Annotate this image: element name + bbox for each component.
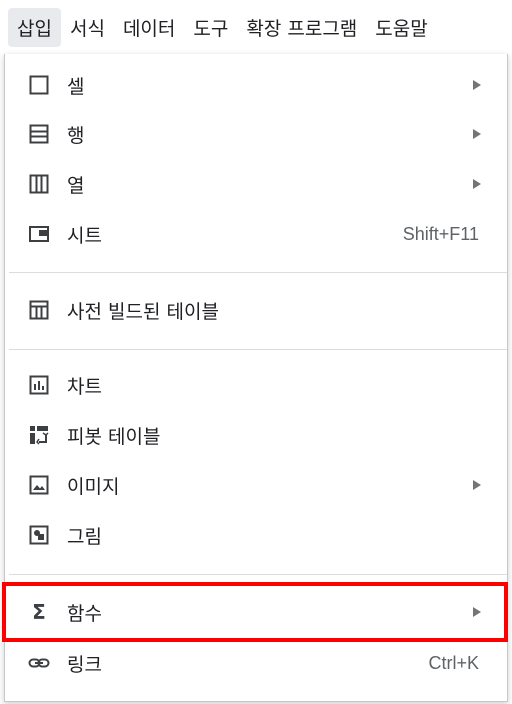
menu-item-function[interactable]: Σ 함수	[5, 589, 507, 635]
menu-item-column[interactable]: 열	[5, 161, 507, 207]
column-icon	[27, 172, 51, 196]
row-icon	[27, 122, 51, 146]
chart-icon	[27, 373, 51, 397]
cell-icon	[27, 73, 51, 97]
menu-divider	[9, 349, 507, 350]
submenu-arrow-icon	[473, 480, 481, 490]
menu-item-chart-label: 차트	[67, 375, 102, 398]
menu-tools[interactable]: 도구	[184, 8, 237, 47]
submenu-arrow-icon	[473, 80, 481, 90]
menu-item-sheet[interactable]: 시트 Shift+F11	[5, 211, 507, 257]
submenu-arrow-icon	[473, 129, 481, 139]
menu-bar: 삽입 서식 데이터 도구 확장 프로그램 도움말	[0, 0, 512, 54]
menu-item-sheet-label: 시트	[67, 224, 102, 247]
menu-item-row[interactable]: 행	[5, 111, 507, 157]
menu-insert[interactable]: 삽입	[8, 7, 61, 47]
pivot-table-icon	[27, 423, 51, 447]
menu-item-row-label: 행	[67, 124, 85, 147]
link-icon	[27, 651, 51, 675]
table-icon	[27, 298, 51, 322]
menu-item-chart[interactable]: 차트	[5, 362, 507, 408]
sigma-icon: Σ	[32, 600, 46, 624]
menu-data[interactable]: 데이터	[114, 8, 184, 47]
menu-item-cell[interactable]: 셀	[5, 62, 507, 108]
drawing-icon	[27, 523, 51, 547]
submenu-arrow-icon	[473, 179, 481, 189]
shortcut-text: Shift+F11	[402, 223, 479, 244]
menu-item-image[interactable]: 이미지	[5, 462, 507, 508]
menu-item-image-label: 이미지	[67, 475, 120, 498]
menu-item-drawing-label: 그림	[67, 525, 102, 548]
menu-item-drawing[interactable]: 그림	[5, 512, 507, 558]
menu-divider	[9, 574, 507, 575]
menu-item-link[interactable]: 링크 Ctrl+K	[5, 640, 507, 686]
menu-item-function-label: 함수	[67, 602, 102, 625]
shortcut-text: Ctrl+K	[428, 652, 479, 673]
menu-extensions[interactable]: 확장 프로그램	[237, 8, 366, 47]
menu-item-cell-label: 셀	[67, 75, 85, 98]
insert-dropdown-menu: 셀 행 열 시트 Shift+F11 사전 빌드된 테이블 차트 피봇 테이블 …	[4, 54, 508, 702]
menu-item-prebuilt-table[interactable]: 사전 빌드된 테이블	[5, 287, 507, 333]
submenu-arrow-icon	[473, 607, 481, 617]
menu-item-pivot-table[interactable]: 피봇 테이블	[5, 412, 507, 458]
menu-format[interactable]: 서식	[61, 8, 114, 47]
menu-item-pivot-table-label: 피봇 테이블	[67, 425, 161, 448]
menu-item-prebuilt-table-label: 사전 빌드된 테이블	[67, 300, 219, 323]
menu-divider	[9, 272, 507, 273]
menu-item-column-label: 열	[67, 174, 85, 197]
sheet-icon	[27, 222, 51, 246]
image-icon	[27, 473, 51, 497]
menu-help[interactable]: 도움말	[366, 8, 436, 47]
menu-item-link-label: 링크	[67, 653, 102, 676]
